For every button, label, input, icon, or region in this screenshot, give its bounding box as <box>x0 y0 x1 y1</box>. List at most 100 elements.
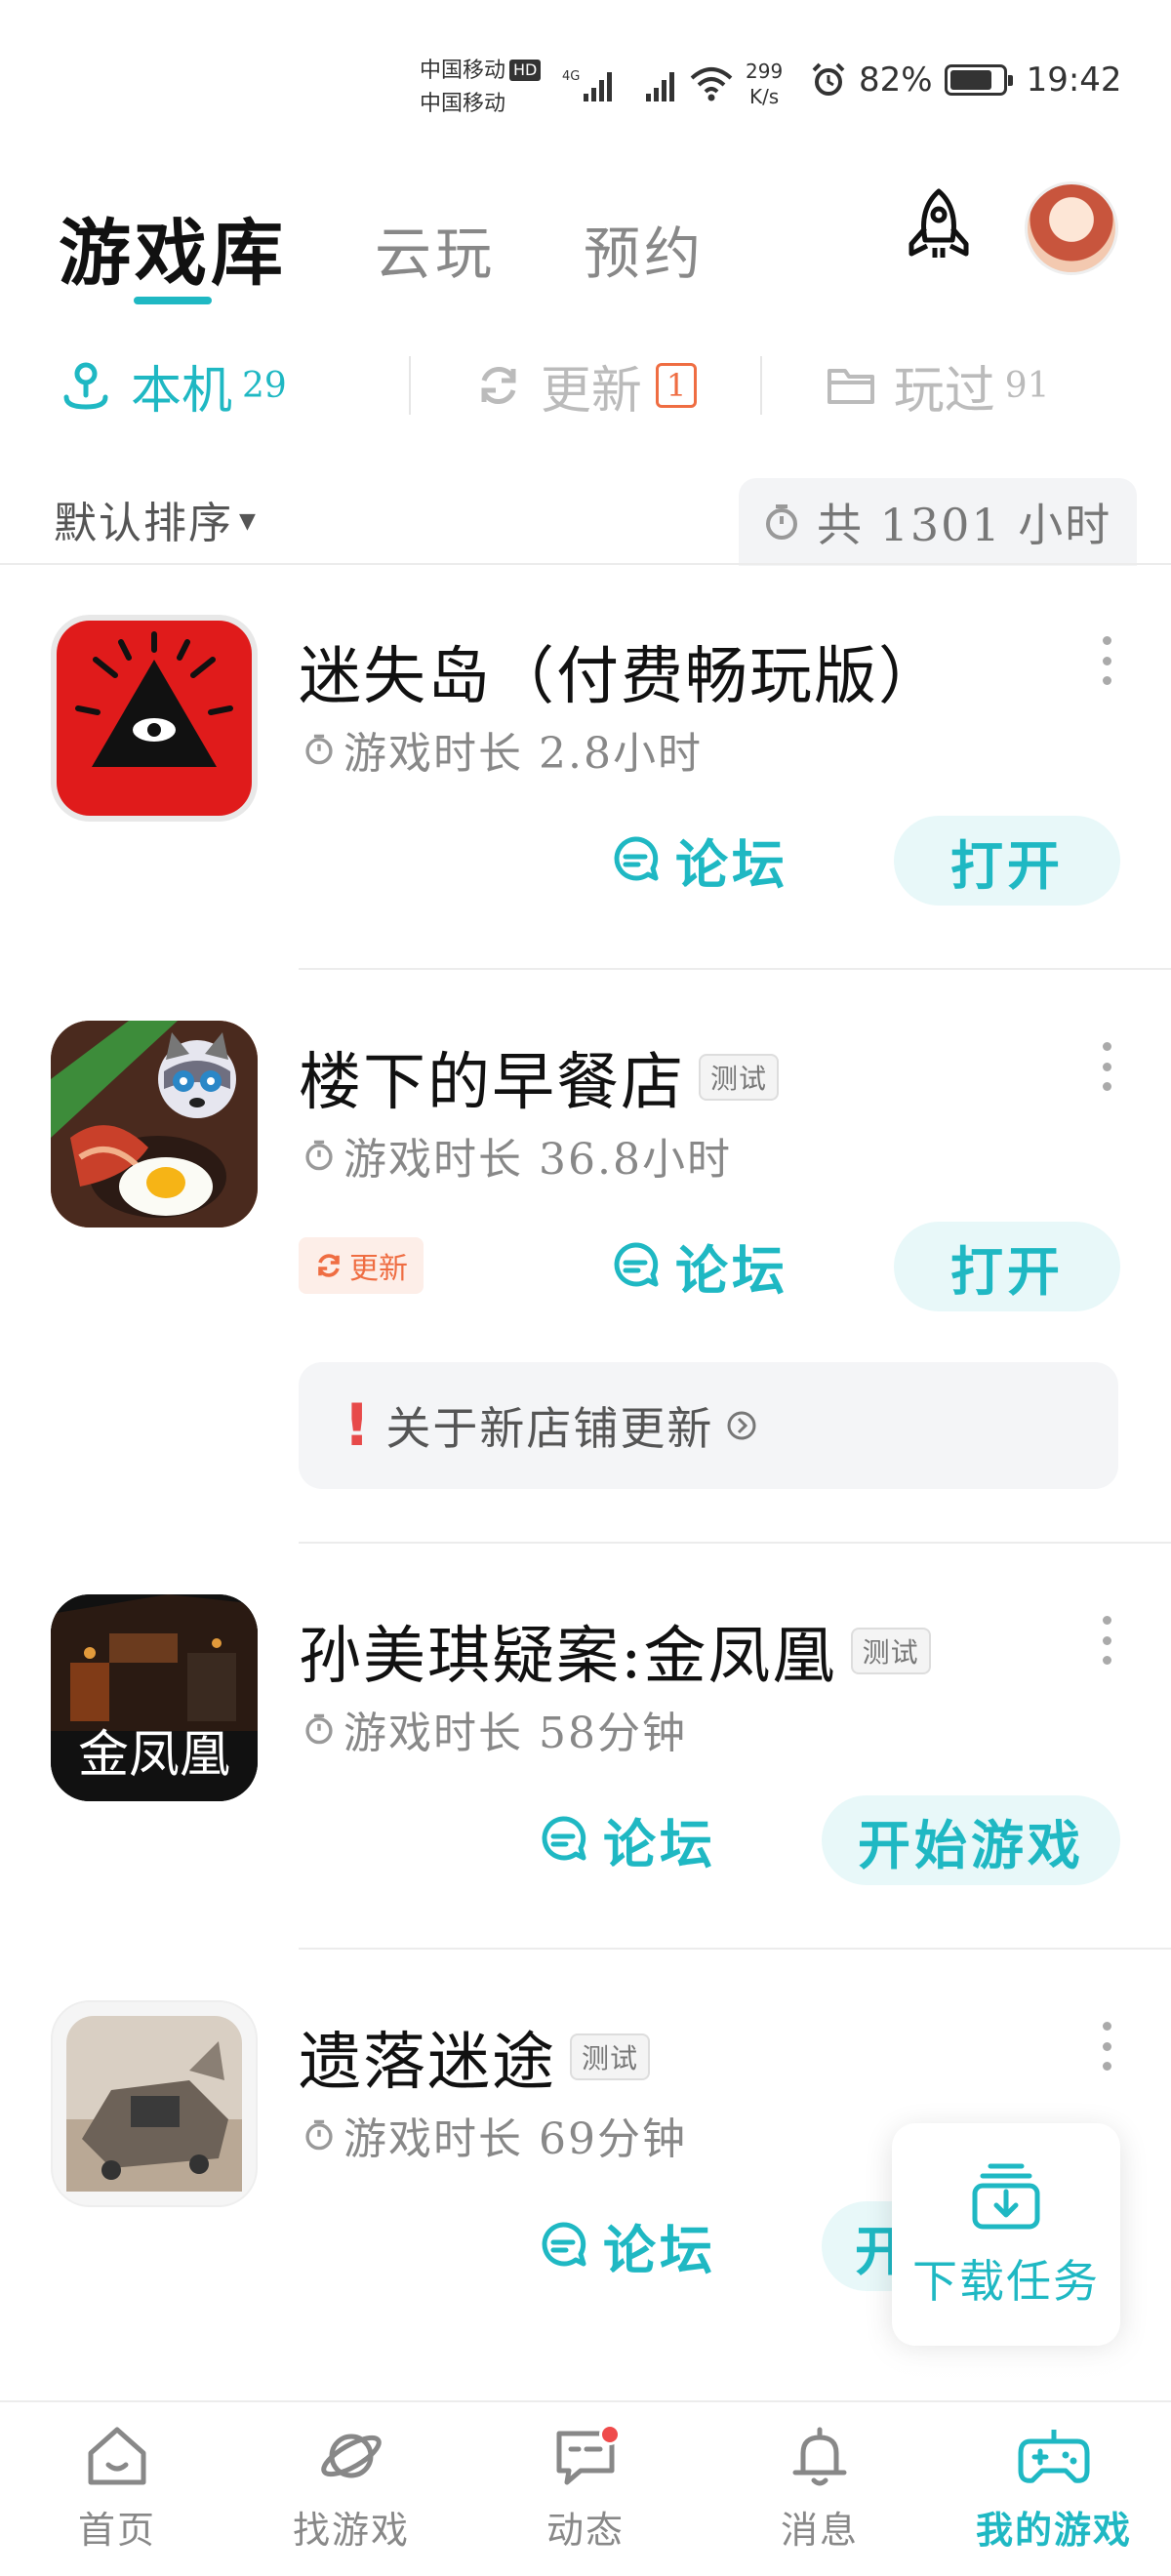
update-notice[interactable]: ! 关于新店铺更新 <box>299 1362 1118 1489</box>
more-options-icon[interactable] <box>1099 1616 1114 1665</box>
forum-icon <box>542 1816 586 1861</box>
eye-pyramid-icon <box>57 621 252 816</box>
divider <box>0 563 1171 565</box>
download-task-button[interactable]: 下载任务 <box>892 2123 1120 2346</box>
beta-badge: 测试 <box>699 1054 780 1101</box>
nav-feed[interactable]: 动态 <box>468 2402 703 2576</box>
more-options-icon[interactable] <box>1099 636 1114 685</box>
sub-tabs: 本机 29 更新 1 玩过 91 <box>59 342 1112 429</box>
signal-icon: 4G <box>562 69 612 101</box>
tab-cloud-play[interactable]: 云玩 <box>375 215 496 293</box>
subtab-played[interactable]: 玩过 91 <box>762 349 1112 423</box>
game-title[interactable]: 迷失岛（付费畅玩版） <box>299 626 943 716</box>
hd-badge: HD <box>509 60 542 81</box>
svg-text:4G: 4G <box>562 69 580 84</box>
signal-icon-2 <box>646 72 674 101</box>
nav-my-games[interactable]: 我的游戏 <box>937 2402 1171 2576</box>
bottom-nav: 首页 找游戏 动态 消息 我的游戏 <box>0 2400 1171 2576</box>
forum-label: 论坛 <box>603 1812 716 1875</box>
nav-home-label: 首页 <box>77 2509 156 2552</box>
beta-badge: 测试 <box>570 2033 651 2080</box>
alert-icon: ! <box>343 1391 373 1460</box>
battery-icon <box>944 64 1013 96</box>
divider <box>299 968 1171 970</box>
play-time: 游戏时长 2.8小时 <box>303 718 703 781</box>
play-time-text: 游戏时长 36.8小时 <box>343 1135 732 1185</box>
forum-button[interactable]: 论坛 <box>609 816 788 904</box>
sort-row: 默认排序 ▼ 共 1301 小时 <box>54 478 1137 566</box>
game-icon[interactable] <box>51 615 258 822</box>
net-speed-unit: K/s <box>748 85 780 108</box>
game-title[interactable]: 孙美琪疑案:金凤凰 测试 <box>299 1606 931 1696</box>
gamepad-icon <box>1018 2430 1090 2483</box>
beta-badge: 测试 <box>850 1628 931 1674</box>
play-time-text: 游戏时长 69分钟 <box>343 2114 687 2164</box>
forum-icon <box>542 2222 586 2267</box>
status-bar: 中国移动 HD 中国移动 4G 299 K/s 82% 19:42 <box>0 0 1171 166</box>
game-title-text: 楼下的早餐店 <box>299 1047 685 1119</box>
total-hours-text: 共 1301 小时 <box>817 499 1112 551</box>
user-avatar[interactable] <box>1025 181 1118 275</box>
subtab-local[interactable]: 本机 29 <box>59 349 409 423</box>
more-options-icon[interactable] <box>1099 2022 1114 2071</box>
nav-home[interactable]: 首页 <box>0 2402 234 2576</box>
scroll-fade <box>0 2322 1171 2400</box>
game-icon[interactable]: 金凤凰 <box>51 1594 258 1801</box>
forum-button[interactable]: 论坛 <box>537 2201 716 2289</box>
game-title[interactable]: 楼下的早餐店 测试 <box>299 1032 780 1122</box>
play-time: 游戏时长 58分钟 <box>303 1698 687 1760</box>
update-notice-text: 关于新店铺更新 <box>385 1402 714 1455</box>
wifi-icon <box>690 67 733 101</box>
total-hours: 共 1301 小时 <box>739 478 1137 566</box>
subtab-local-label: 本机 <box>131 361 233 421</box>
nav-messages[interactable]: 消息 <box>703 2402 937 2576</box>
update-tag: 更新 <box>299 1237 424 1294</box>
clock: 19:42 <box>1026 60 1122 100</box>
carrier-1: 中国移动 <box>420 59 506 83</box>
forum-icon <box>614 1242 659 1287</box>
play-time-text: 游戏时长 58分钟 <box>343 1709 687 1758</box>
golden-phoenix-icon: 金凤凰 <box>51 1594 258 1801</box>
status-right: 82% 19:42 <box>810 60 1122 100</box>
chevron-right-icon <box>727 1411 756 1440</box>
rocket-icon[interactable] <box>898 185 980 267</box>
subtab-update[interactable]: 更新 1 <box>411 349 761 423</box>
nav-feed-label: 动态 <box>545 2509 625 2552</box>
subtab-local-count: 29 <box>242 365 287 406</box>
refresh-icon <box>318 1254 340 1277</box>
forum-button[interactable]: 论坛 <box>609 1222 788 1309</box>
game-icon[interactable] <box>51 2000 258 2207</box>
subtab-played-label: 玩过 <box>893 361 995 421</box>
folder-icon <box>827 369 874 404</box>
net-speed: 299 K/s <box>746 59 783 109</box>
forum-button[interactable]: 论坛 <box>537 1795 716 1883</box>
breakfast-icon <box>51 1021 258 1228</box>
planet-icon <box>321 2434 382 2478</box>
download-icon <box>972 2163 1040 2230</box>
nav-messages-label: 消息 <box>780 2509 859 2552</box>
game-title-text: 遗落迷途 <box>299 2027 556 2099</box>
divider <box>299 1542 1171 1544</box>
forum-label: 论坛 <box>675 832 788 896</box>
tab-game-library[interactable]: 游戏库 <box>59 215 287 293</box>
game-title[interactable]: 遗落迷途 测试 <box>299 2012 651 2102</box>
start-game-button[interactable]: 开始游戏 <box>822 1795 1120 1885</box>
battery-percent: 82% <box>859 60 933 100</box>
forum-icon <box>614 836 659 881</box>
sort-dropdown[interactable]: 默认排序 ▼ <box>54 488 258 550</box>
open-button[interactable]: 打开 <box>894 816 1120 906</box>
top-tabs: 游戏库 云玩 预约 <box>59 176 705 293</box>
refresh-icon <box>481 367 516 404</box>
open-button[interactable]: 打开 <box>894 1222 1120 1311</box>
update-count-badge: 1 <box>655 363 698 408</box>
tab-reservation[interactable]: 预约 <box>584 215 705 293</box>
play-time: 游戏时长 69分钟 <box>303 2104 687 2166</box>
home-icon <box>88 2427 146 2485</box>
game-title-text: 孙美琪疑案:金凤凰 <box>299 1621 837 1693</box>
forum-label: 论坛 <box>675 1238 788 1302</box>
timer-icon <box>305 1713 333 1745</box>
game-icon[interactable] <box>51 1021 258 1228</box>
download-task-label: 下载任务 <box>912 2255 1100 2308</box>
nav-find-games[interactable]: 找游戏 <box>234 2402 468 2576</box>
more-options-icon[interactable] <box>1099 1042 1114 1091</box>
